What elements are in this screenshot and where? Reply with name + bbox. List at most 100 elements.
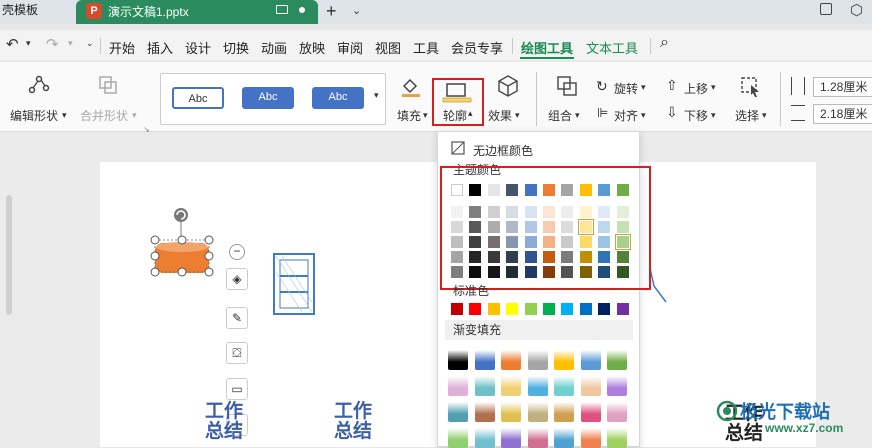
theme-shade-swatch[interactable] [579, 206, 592, 218]
gradient-swatch[interactable] [527, 350, 548, 370]
select-dropdown-icon[interactable]: ▾ [762, 110, 767, 121]
theme-shade-swatch[interactable] [543, 236, 555, 248]
gradient-swatch[interactable] [501, 402, 521, 422]
align-icon[interactable]: ⊫ [597, 105, 608, 121]
gradient-swatch[interactable] [580, 350, 601, 370]
theme-shade-swatch[interactable] [469, 221, 482, 233]
gradient-swatch[interactable] [474, 350, 495, 370]
vertical-scrollbar[interactable] [6, 195, 12, 315]
fill-bucket-icon[interactable] [400, 76, 422, 98]
selected-shape[interactable] [149, 204, 217, 282]
theme-color-swatch[interactable] [451, 184, 463, 196]
theme-shade-swatch[interactable] [598, 251, 611, 263]
group-icon[interactable] [557, 76, 577, 96]
cube-icon[interactable]: ⬡ [850, 1, 863, 19]
theme-shade-swatch[interactable] [577, 219, 594, 235]
theme-shade-swatch[interactable] [598, 206, 611, 218]
menu-tools[interactable]: 工具 [413, 38, 439, 57]
theme-shade-swatch[interactable] [451, 251, 463, 263]
theme-shade-swatch[interactable] [469, 206, 482, 218]
theme-shade-swatch[interactable] [487, 221, 500, 233]
merge-shape-dropdown-icon[interactable]: ▾ [132, 110, 137, 121]
theme-shade-swatch[interactable] [561, 236, 574, 248]
move-up-button[interactable]: 上移 [684, 80, 708, 97]
redo-dropdown-icon[interactable]: ▾ [68, 38, 73, 49]
gradient-swatch[interactable] [501, 350, 521, 370]
theme-shade-swatch[interactable] [487, 266, 500, 278]
slide-text-block-1[interactable]: 工作总结 [205, 402, 245, 442]
theme-color-swatch[interactable] [579, 184, 592, 196]
slide-text-block-2[interactable]: 工作总结 [334, 402, 374, 442]
theme-shade-swatch[interactable] [506, 251, 519, 263]
merge-shape-button[interactable]: 合并形状 [80, 107, 128, 124]
merge-shape-icon[interactable] [98, 75, 118, 95]
gradient-swatch[interactable] [554, 402, 574, 422]
theme-color-swatch[interactable] [487, 184, 500, 196]
tab-templates[interactable]: 壳模板 [0, 0, 70, 24]
theme-shade-swatch[interactable] [561, 206, 574, 218]
gradient-swatch[interactable] [607, 402, 627, 422]
menu-transition[interactable]: 切换 [223, 38, 249, 57]
theme-shade-swatch[interactable] [487, 251, 500, 263]
select-button[interactable]: 选择 [735, 107, 759, 124]
theme-shade-swatch[interactable] [614, 234, 631, 250]
theme-shade-swatch[interactable] [524, 251, 537, 263]
outline-glyph-shape[interactable] [272, 252, 316, 316]
search-icon[interactable]: ⌕ [660, 34, 669, 52]
edit-shape-dropdown-icon[interactable]: ▾ [62, 110, 67, 121]
menu-slideshow[interactable]: 放映 [299, 38, 325, 57]
menu-drawing-tools[interactable]: 绘图工具 [521, 38, 573, 57]
gallery-more-icon[interactable]: ▾ [374, 90, 379, 101]
theme-shade-swatch[interactable] [506, 221, 519, 233]
gradient-swatch[interactable] [527, 376, 548, 396]
collapse-icon[interactable]: − [229, 244, 245, 260]
menu-insert[interactable]: 插入 [147, 38, 173, 57]
theme-shade-swatch[interactable] [579, 251, 592, 263]
standard-color-swatch[interactable] [598, 303, 611, 315]
outline-button[interactable]: 轮廓 [443, 107, 467, 124]
theme-color-swatch[interactable] [524, 184, 537, 196]
theme-shade-swatch[interactable] [616, 206, 629, 218]
no-border-icon[interactable] [451, 141, 465, 155]
standard-color-swatch[interactable] [616, 303, 629, 315]
menu-animation[interactable]: 动画 [261, 38, 287, 57]
theme-shade-swatch[interactable] [598, 221, 611, 233]
undo-icon[interactable]: ↶ [6, 35, 19, 53]
theme-shade-swatch[interactable] [524, 236, 537, 248]
redo-icon[interactable]: ↷ [46, 35, 59, 53]
theme-shade-swatch[interactable] [543, 251, 555, 263]
theme-shade-swatch[interactable] [487, 206, 500, 218]
gradient-swatch[interactable] [474, 402, 495, 422]
rotate-dropdown-icon[interactable]: ▾ [641, 82, 646, 93]
gradient-swatch[interactable] [448, 402, 468, 422]
standard-color-swatch[interactable] [506, 303, 519, 315]
theme-shade-swatch[interactable] [506, 236, 519, 248]
theme-color-swatch[interactable] [469, 184, 482, 196]
brush-icon[interactable]: ✎ [226, 307, 248, 329]
effects-button[interactable]: 效果 [488, 107, 512, 124]
frame-icon[interactable]: ▭ [226, 378, 248, 400]
move-down-button[interactable]: 下移 [684, 107, 708, 124]
tab-document[interactable]: P 演示文稿1.pptx [76, 0, 318, 24]
theme-color-swatch[interactable] [598, 184, 611, 196]
no-border-option[interactable]: 无边框颜色 [473, 142, 533, 159]
standard-color-swatch[interactable] [451, 303, 463, 315]
theme-shade-swatch[interactable] [451, 266, 463, 278]
menu-review[interactable]: 审阅 [337, 38, 363, 57]
theme-shade-swatch[interactable] [616, 251, 629, 263]
edit-shape-button[interactable]: 编辑形状 [10, 107, 58, 124]
theme-shade-swatch[interactable] [616, 221, 629, 233]
gradient-swatch[interactable] [448, 350, 468, 370]
gradient-swatch[interactable] [474, 428, 495, 448]
outline-pen-icon[interactable] [437, 82, 477, 104]
theme-shade-swatch[interactable] [561, 251, 574, 263]
theme-shade-swatch[interactable] [543, 266, 555, 278]
menu-view[interactable]: 视图 [375, 38, 401, 57]
theme-shade-swatch[interactable] [451, 236, 463, 248]
theme-shade-swatch[interactable] [561, 221, 574, 233]
style-sample-outline[interactable]: Abc [172, 87, 224, 109]
more-icon[interactable]: ⌄ [86, 38, 94, 49]
standard-color-swatch[interactable] [561, 303, 574, 315]
effects-dropdown-icon[interactable]: ▾ [515, 110, 520, 121]
theme-color-swatch[interactable] [616, 184, 629, 196]
